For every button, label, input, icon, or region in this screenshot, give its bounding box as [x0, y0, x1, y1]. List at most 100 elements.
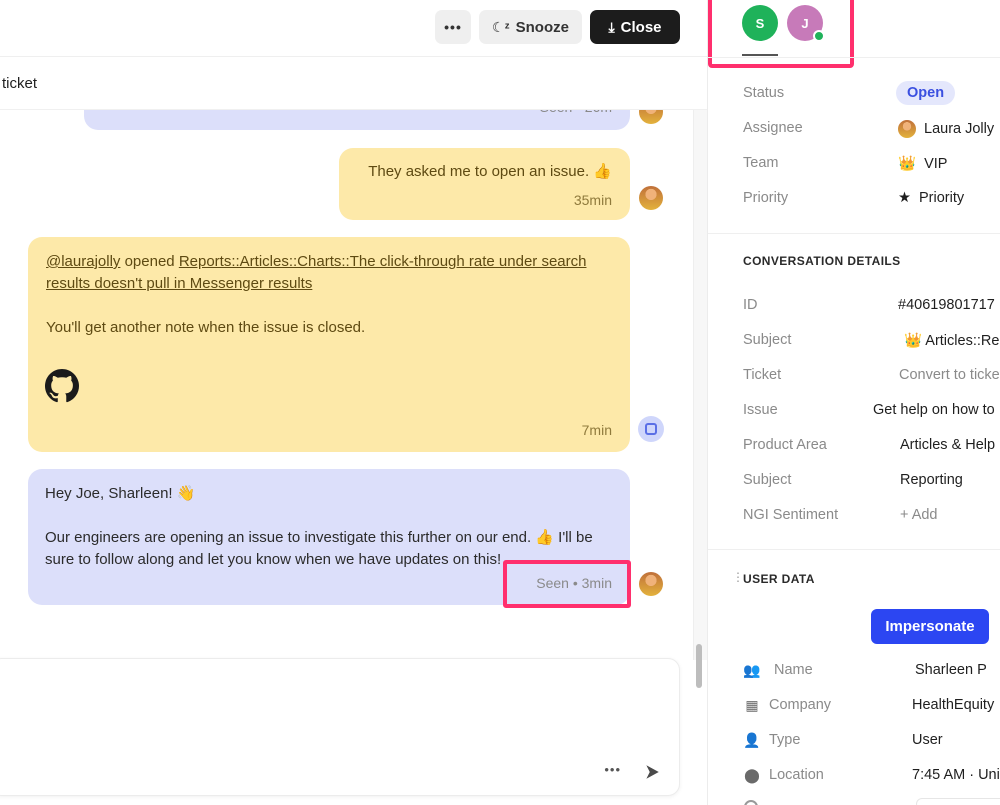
- moon-z-icon: ☾ᶻ: [492, 18, 510, 35]
- detail-value[interactable]: #40619801717: [898, 297, 995, 313]
- assignee-label: Assignee: [743, 120, 803, 136]
- team-label: Team: [743, 155, 779, 171]
- conversation-details-title[interactable]: CONVERSATION DETAILS: [743, 254, 901, 268]
- user-data-label: Name: [774, 662, 813, 678]
- priority-row[interactable]: Priority ★ Priority: [708, 187, 1000, 211]
- detail-label: Subject: [743, 472, 792, 488]
- priority-value: Priority: [919, 190, 965, 206]
- send-arrow-icon[interactable]: [643, 763, 661, 781]
- conversation-toolbar: ••• ☾ᶻ Snooze ⤓ Close: [0, 0, 707, 57]
- assignee-value: Laura Jolly: [924, 121, 995, 137]
- partial-row-icon: [744, 800, 758, 805]
- note-bubble: They asked me to open an issue. 👍 35min: [339, 148, 630, 220]
- reply-input[interactable]: [11, 675, 651, 755]
- detail-row: Subject Reporting: [708, 469, 1000, 493]
- user-data-value[interactable]: HealthEquity: [912, 697, 994, 713]
- detail-row: ID #40619801717: [708, 294, 1000, 318]
- conversation-subtitle: ticket: [2, 75, 38, 92]
- detail-row: Subject 👑 Articles::Re: [708, 329, 1000, 353]
- location-pin-icon: ⬤: [744, 766, 760, 783]
- message-meta: 35min: [573, 192, 612, 208]
- close-label: Close: [620, 18, 662, 36]
- building-icon: ▦: [745, 696, 759, 713]
- team-value-wrap: 👑 VIP: [898, 155, 948, 173]
- detail-label: Ticket: [743, 367, 782, 383]
- close-tray-icon: ⤓: [608, 18, 615, 35]
- details-pane: S J Status Open Assignee Laura Jolly Tea…: [707, 0, 1000, 805]
- scrollbar-track[interactable]: [693, 110, 707, 660]
- scrollbar-thumb[interactable]: [696, 644, 702, 688]
- more-options-button[interactable]: •••: [435, 10, 471, 44]
- conversation-subheader: ticket: [0, 57, 707, 110]
- status-badge[interactable]: Open: [896, 81, 956, 105]
- assignee-row[interactable]: Assignee Laura Jolly: [708, 117, 1000, 141]
- add-sentiment-link[interactable]: + Add: [900, 507, 938, 523]
- issue-note-bubble: @laurajolly opened Reports::Articles::Ch…: [28, 237, 630, 452]
- seen-status-highlight: [503, 560, 631, 608]
- opened-text: opened: [120, 253, 179, 270]
- people-icon: 👥: [743, 661, 761, 678]
- star-icon: ★: [898, 190, 911, 206]
- user-data-title[interactable]: USER DATA: [743, 572, 815, 586]
- partial-row-input[interactable]: [916, 798, 1000, 805]
- user-data-row: 👤 Type User: [708, 729, 1000, 753]
- crown-icon: 👑: [898, 156, 917, 172]
- reply-composer: •••: [0, 658, 680, 796]
- status-row: Status Open: [708, 81, 1000, 106]
- user-data-label: Location: [769, 767, 824, 783]
- bot-icon: [638, 416, 664, 442]
- user-data-value[interactable]: Sharleen P: [915, 662, 987, 678]
- detail-label: Subject: [743, 332, 792, 348]
- detail-row: Issue Get help on how to: [708, 399, 1000, 423]
- detail-value[interactable]: Articles & Help: [900, 437, 995, 453]
- person-icon: 👤: [743, 731, 761, 748]
- message-text: They asked me to open an issue. 👍: [368, 163, 612, 180]
- detail-label: ID: [743, 297, 758, 313]
- issue-note-line: @laurajolly opened Reports::Articles::Ch…: [46, 251, 612, 295]
- assignee-avatar: [898, 120, 916, 138]
- message-bubble: Seen · 26m: [84, 110, 630, 130]
- conversation-pane: ••• ☾ᶻ Snooze ⤓ Close ticket Seen · 26m …: [0, 0, 707, 805]
- divider: [708, 57, 1000, 58]
- detail-row: Product Area Articles & Help: [708, 434, 1000, 458]
- detail-value[interactable]: Reporting: [900, 472, 963, 488]
- message-text: Hey Joe, Sharleen! 👋: [45, 485, 196, 502]
- composer-more-button[interactable]: •••: [604, 762, 621, 777]
- user-data-row: ⬤ Location 7:45 AM · United States: [708, 764, 1000, 788]
- message-meta: Seen · 26m: [540, 110, 612, 118]
- detail-value[interactable]: Get help on how to: [873, 402, 995, 418]
- laura-avatar[interactable]: [639, 572, 663, 596]
- detail-label: Issue: [743, 402, 778, 418]
- divider: [708, 233, 1000, 234]
- impersonate-button[interactable]: Impersonate: [871, 609, 989, 644]
- laura-avatar[interactable]: [639, 110, 663, 124]
- detail-value[interactable]: 👑 Articles::Re: [904, 332, 999, 349]
- snooze-button[interactable]: ☾ᶻ Snooze: [479, 10, 582, 44]
- convert-to-ticket-link[interactable]: Convert to ticket: [899, 367, 1000, 383]
- detail-label: Product Area: [743, 437, 827, 453]
- message-text: You'll get another note when the issue i…: [46, 319, 366, 336]
- assignee-value-wrap: Laura Jolly: [898, 120, 994, 138]
- message-meta: 7min: [581, 422, 612, 438]
- user-data-label: Company: [769, 697, 832, 713]
- laura-avatar[interactable]: [639, 186, 663, 210]
- status-label: Status: [743, 85, 785, 101]
- user-data-label: Type: [769, 732, 801, 748]
- participant-tabs: S J: [708, 0, 1000, 68]
- divider: [708, 549, 1000, 550]
- detail-row: NGI Sentiment + Add: [708, 504, 1000, 528]
- more-label: •••: [444, 19, 462, 35]
- close-conversation-button[interactable]: ⤓ Close: [590, 10, 680, 44]
- team-value: VIP: [924, 155, 948, 172]
- user-data-row: ▦ Company HealthEquity: [708, 694, 1000, 718]
- detail-label: NGI Sentiment: [743, 507, 839, 523]
- user-data-row: 👥 Name Sharleen P: [708, 659, 1000, 683]
- user-data-value[interactable]: User: [912, 732, 943, 748]
- priority-label: Priority: [743, 190, 789, 206]
- detail-row: Ticket Convert to ticket: [708, 364, 1000, 388]
- user-data-value[interactable]: 7:45 AM · United States: [912, 767, 1000, 783]
- github-icon[interactable]: [45, 369, 79, 403]
- mention-link[interactable]: @laurajolly: [46, 253, 120, 270]
- team-row[interactable]: Team 👑 VIP: [708, 152, 1000, 176]
- snooze-label: Snooze: [515, 18, 569, 36]
